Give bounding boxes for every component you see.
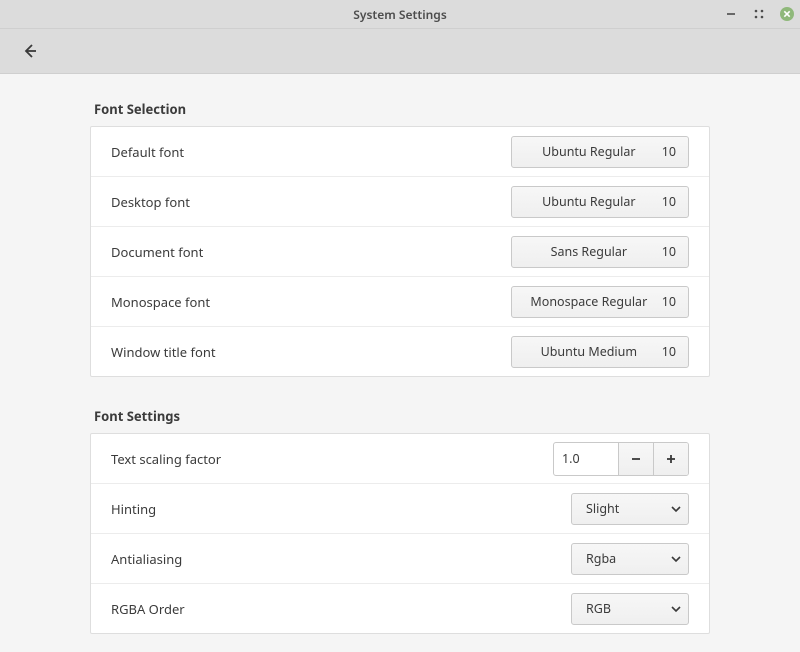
label-monospace-font: Monospace font (111, 293, 511, 311)
chevron-down-icon (670, 603, 682, 615)
chevron-down-icon (670, 503, 682, 515)
row-rgba-order: RGBA Order RGB (91, 584, 709, 633)
label-antialiasing: Antialiasing (111, 550, 571, 568)
row-desktop-font: Desktop font Ubuntu Regular 10 (91, 177, 709, 227)
font-size: 10 (662, 193, 676, 210)
window-controls (724, 0, 794, 28)
font-picker-default[interactable]: Ubuntu Regular 10 (511, 136, 689, 168)
font-name: Ubuntu Regular (526, 143, 652, 160)
antialiasing-dropdown[interactable]: Rgba (571, 543, 689, 575)
stepper-decrement[interactable] (618, 443, 653, 475)
section-title-font-selection: Font Selection (94, 100, 710, 118)
label-desktop-font: Desktop font (111, 193, 511, 211)
dropdown-value: Rgba (586, 550, 670, 567)
font-name: Ubuntu Medium (526, 343, 652, 360)
row-hinting: Hinting Slight (91, 484, 709, 534)
font-size: 10 (662, 293, 676, 310)
label-document-font: Document font (111, 243, 511, 261)
label-hinting: Hinting (111, 500, 571, 518)
maximize-button[interactable] (752, 7, 766, 21)
row-text-scaling: Text scaling factor 1.0 (91, 434, 709, 484)
rgba-order-dropdown[interactable]: RGB (571, 593, 689, 625)
font-size: 10 (662, 343, 676, 360)
label-rgba-order: RGBA Order (111, 600, 571, 618)
font-picker-monospace[interactable]: Monospace Regular 10 (511, 286, 689, 318)
dropdown-value: Slight (586, 500, 670, 517)
row-antialiasing: Antialiasing Rgba (91, 534, 709, 584)
font-selection-list: Default font Ubuntu Regular 10 Desktop f… (90, 126, 710, 377)
label-text-scaling: Text scaling factor (111, 450, 553, 468)
font-picker-document[interactable]: Sans Regular 10 (511, 236, 689, 268)
row-window-title-font: Window title font Ubuntu Medium 10 (91, 327, 709, 376)
font-size: 10 (662, 243, 676, 260)
stepper-increment[interactable] (653, 443, 688, 475)
dropdown-value: RGB (586, 600, 670, 617)
text-scaling-stepper[interactable]: 1.0 (553, 442, 689, 476)
label-default-font: Default font (111, 143, 511, 161)
titlebar: System Settings (0, 0, 800, 29)
font-settings-list: Text scaling factor 1.0 Hinting Slight (90, 433, 710, 634)
stepper-value[interactable]: 1.0 (554, 443, 618, 475)
close-button[interactable] (780, 7, 794, 21)
font-name: Ubuntu Regular (526, 193, 652, 210)
headerbar (0, 29, 800, 74)
font-size: 10 (662, 143, 676, 160)
font-name: Monospace Regular (526, 293, 652, 310)
row-document-font: Document font Sans Regular 10 (91, 227, 709, 277)
content-area: Font Selection Default font Ubuntu Regul… (0, 74, 800, 652)
row-default-font: Default font Ubuntu Regular 10 (91, 127, 709, 177)
window-title: System Settings (0, 6, 800, 23)
back-button[interactable] (16, 37, 44, 65)
label-window-title-font: Window title font (111, 343, 511, 361)
font-picker-window-title[interactable]: Ubuntu Medium 10 (511, 336, 689, 368)
font-picker-desktop[interactable]: Ubuntu Regular 10 (511, 186, 689, 218)
row-monospace-font: Monospace font Monospace Regular 10 (91, 277, 709, 327)
chevron-down-icon (670, 553, 682, 565)
font-name: Sans Regular (526, 243, 652, 260)
hinting-dropdown[interactable]: Slight (571, 493, 689, 525)
minimize-button[interactable] (724, 7, 738, 21)
section-title-font-settings: Font Settings (94, 407, 710, 425)
